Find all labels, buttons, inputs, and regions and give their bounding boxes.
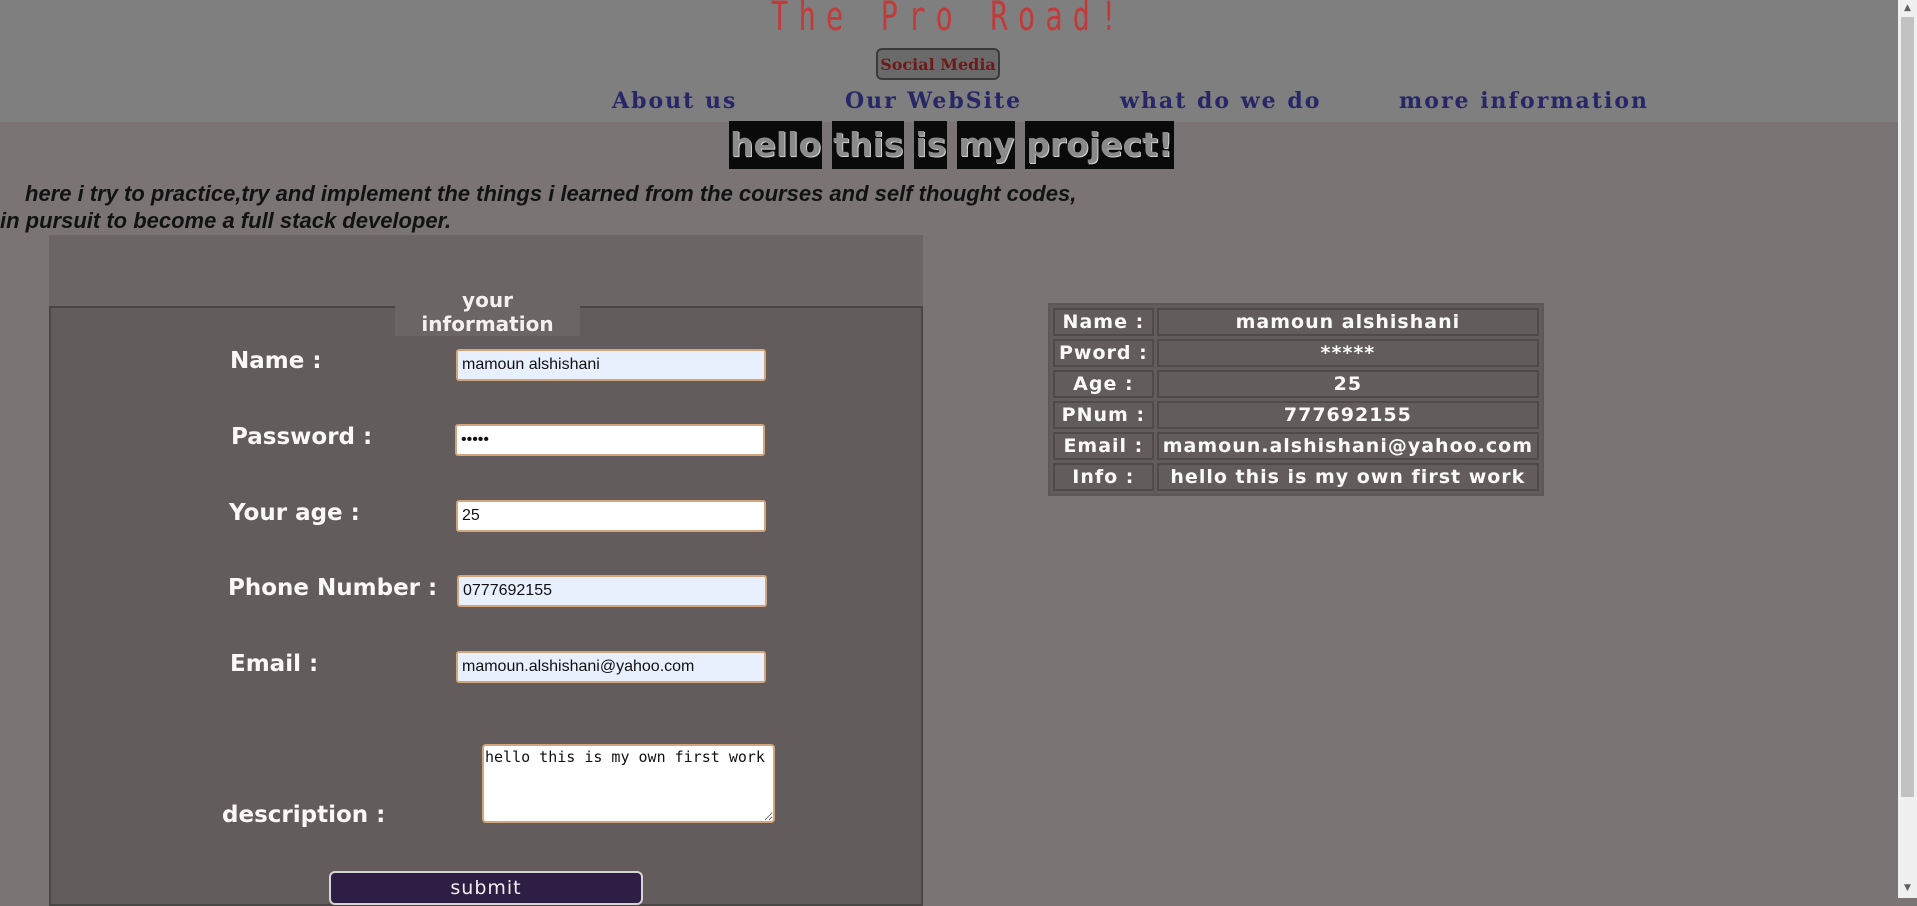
- scroll-up-icon[interactable]: ▲: [1898, 0, 1917, 17]
- banner-word: project!: [1025, 121, 1174, 169]
- table-value: mamoun alshishani: [1156, 308, 1540, 336]
- table-value: 777692155: [1156, 401, 1540, 429]
- nav-our-website[interactable]: Our WebSite: [845, 88, 1022, 114]
- password-input[interactable]: [455, 424, 765, 456]
- intro-line-1: here i try to practice,try and implement…: [25, 181, 1077, 206]
- table-value: hello this is my own first work: [1156, 463, 1540, 491]
- intro-text: here i try to practice,try and implement…: [0, 180, 1150, 234]
- fieldset-legend: your information: [395, 288, 580, 336]
- table-key: Age :: [1053, 370, 1154, 398]
- table-row: Age : 25: [1053, 370, 1540, 398]
- nav-what-do-we-do[interactable]: what do we do: [1120, 88, 1321, 114]
- email-input[interactable]: [456, 651, 766, 683]
- table-row: Info : hello this is my own first work: [1053, 463, 1540, 491]
- table-value: *****: [1156, 339, 1540, 367]
- table-key: Info :: [1053, 463, 1154, 491]
- site-title: The Pro Road!: [771, 0, 1128, 40]
- table-key: Pword :: [1053, 339, 1154, 367]
- nav-more-information[interactable]: more information: [1399, 88, 1649, 114]
- banner-word: this: [832, 121, 905, 169]
- table-key: PNum :: [1053, 401, 1154, 429]
- age-label: Your age :: [229, 500, 360, 526]
- description-textarea[interactable]: hello this is my own first work: [482, 744, 775, 823]
- table-key: Name :: [1053, 308, 1154, 336]
- intro-line-2: in pursuit to become a full stack develo…: [0, 208, 452, 233]
- table-row: Email : mamoun.alshishani@yahoo.com: [1053, 432, 1540, 460]
- project-banner: hello this is my project!: [729, 121, 1174, 169]
- scroll-down-icon[interactable]: ▼: [1898, 880, 1917, 897]
- age-input[interactable]: [456, 500, 766, 532]
- table-key: Email :: [1053, 432, 1154, 460]
- phone-label: Phone Number :: [228, 575, 438, 601]
- info-table: Name : mamoun alshishani Pword : ***** A…: [1048, 303, 1545, 496]
- name-input[interactable]: [456, 349, 766, 381]
- table-value: 25: [1156, 370, 1540, 398]
- phone-input[interactable]: [457, 575, 767, 607]
- table-row: Pword : *****: [1053, 339, 1540, 367]
- submit-button[interactable]: submit: [329, 871, 643, 905]
- banner-word: hello: [729, 121, 823, 169]
- banner-word: my: [957, 121, 1016, 169]
- name-label: Name :: [230, 348, 322, 374]
- table-row: Name : mamoun alshishani: [1053, 308, 1540, 336]
- description-label: description :: [222, 802, 386, 828]
- banner-word: is: [914, 121, 948, 169]
- nav-about-us[interactable]: About us: [612, 88, 737, 114]
- social-media-button[interactable]: Social Media: [876, 48, 1000, 80]
- password-label: Password :: [231, 424, 373, 450]
- email-label: Email :: [230, 651, 319, 677]
- table-value: mamoun.alshishani@yahoo.com: [1156, 432, 1540, 460]
- site-header: The Pro Road! Social Media About us Our …: [0, 0, 1898, 122]
- scrollbar-thumb[interactable]: [1901, 17, 1914, 797]
- table-row: PNum : 777692155: [1053, 401, 1540, 429]
